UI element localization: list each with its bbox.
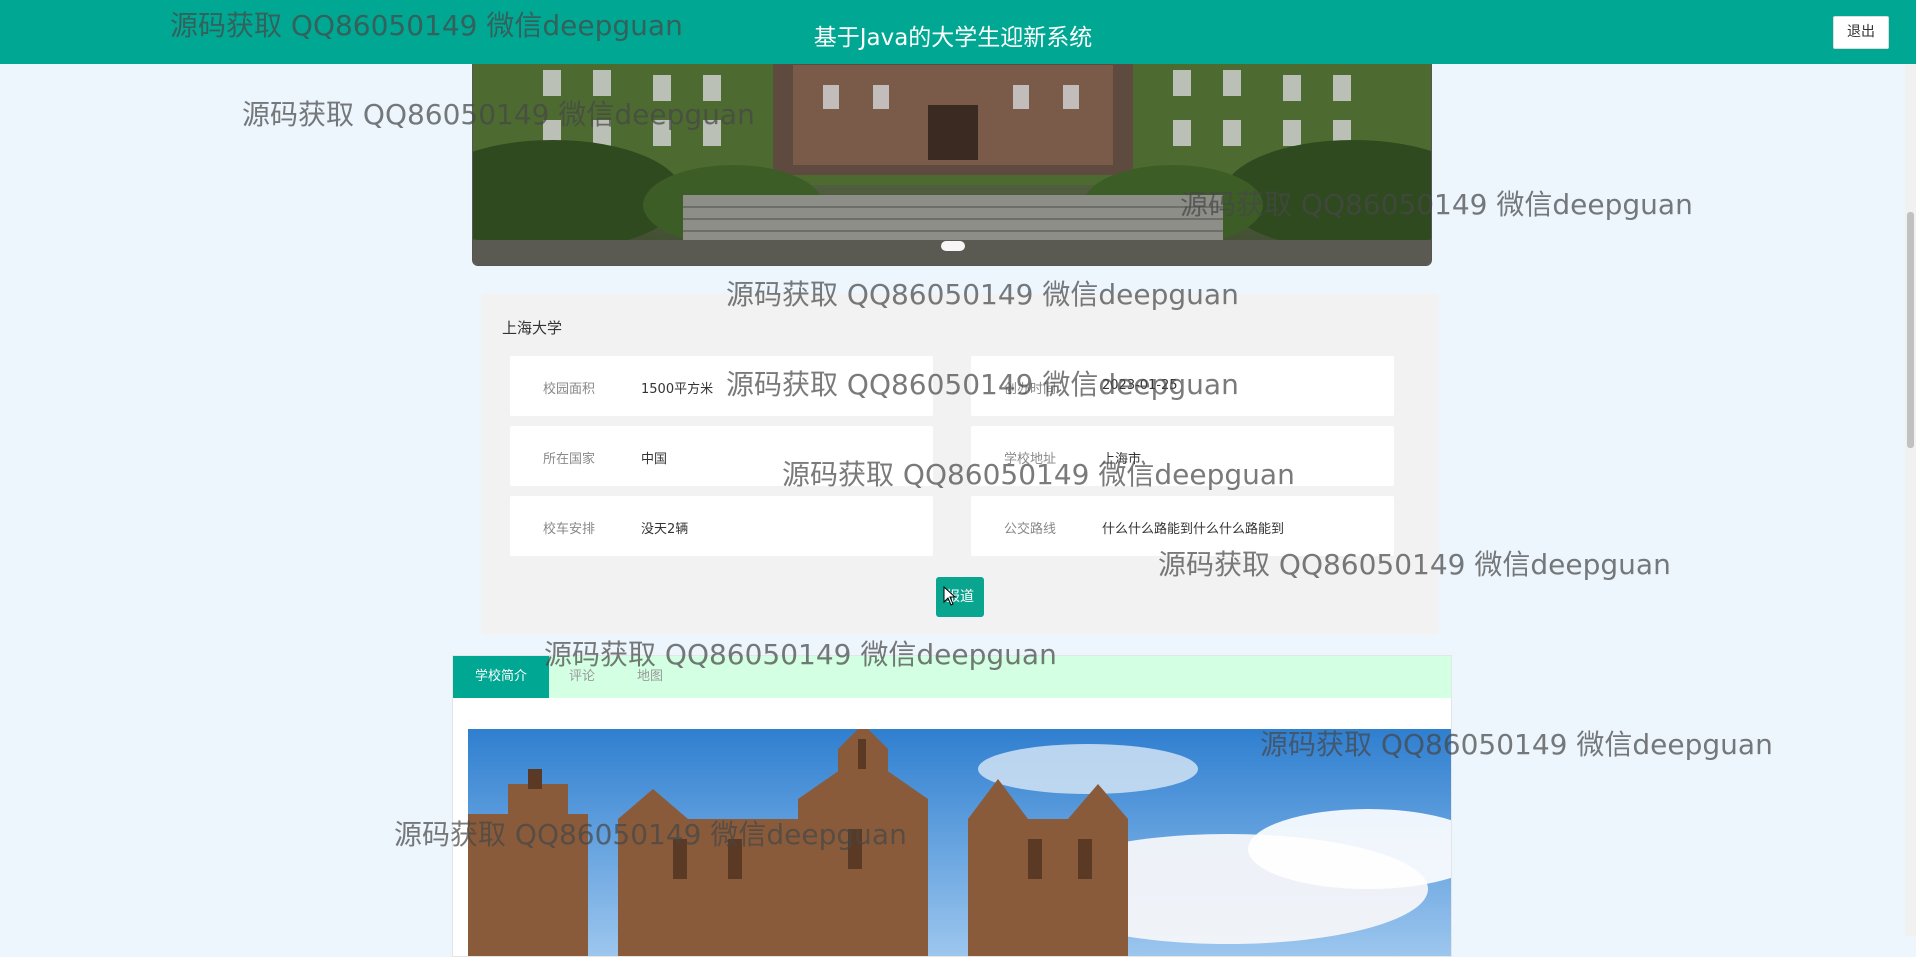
mouse-cursor-icon [943, 586, 957, 606]
field-bus-route: 公交路线 什么什么路能到什么什么路能到 [971, 496, 1394, 556]
scrollbar-thumb[interactable] [1907, 212, 1914, 448]
field-value: 中国 [641, 452, 668, 467]
top-bar: 基于Java的大学生迎新系统 退出 [0, 0, 1916, 64]
school-intro-image [468, 729, 1451, 956]
field-founded-date: 创办时间 2023-01-25 [971, 356, 1394, 416]
field-label: 所在国家 [543, 452, 596, 467]
campus-carousel[interactable] [472, 54, 1432, 266]
app-title: 基于Java的大学生迎新系统 [813, 25, 1093, 51]
school-name: 上海大学 [502, 319, 563, 337]
page-scrollbar[interactable] [1905, 0, 1916, 936]
carousel-indicator[interactable] [941, 241, 965, 251]
field-shuttle: 校车安排 没天2辆 [510, 496, 933, 556]
field-address: 学校地址 上海市 [971, 426, 1394, 486]
tab-comments[interactable]: 评论 [549, 656, 615, 698]
detail-tab-panel: 学校简介 评论 地图 [452, 655, 1452, 957]
field-country: 所在国家 中国 [510, 426, 933, 486]
field-value: 1500平方米 [641, 382, 714, 397]
campus-building-image [473, 55, 1431, 265]
tab-map[interactable]: 地图 [615, 656, 685, 698]
school-info-card: 上海大学 校园面积 1500平方米 创办时间 2023-01-25 所在国家 中… [481, 294, 1439, 634]
field-value: 什么什么路能到什么什么路能到 [1102, 522, 1285, 537]
field-value: 上海市 [1102, 452, 1142, 467]
logout-button[interactable]: 退出 [1833, 16, 1889, 49]
field-campus-area: 校园面积 1500平方米 [510, 356, 933, 416]
field-label: 学校地址 [1004, 452, 1057, 467]
tab-school-intro[interactable]: 学校简介 [453, 656, 549, 698]
tab-bar: 学校简介 评论 地图 [453, 656, 1451, 698]
field-label: 校园面积 [543, 382, 596, 397]
field-value: 2023-01-25 [1102, 378, 1178, 393]
field-value: 没天2辆 [641, 522, 689, 537]
field-label: 公交路线 [1004, 522, 1057, 537]
field-label: 创办时间 [1004, 382, 1057, 397]
field-label: 校车安排 [543, 522, 596, 537]
